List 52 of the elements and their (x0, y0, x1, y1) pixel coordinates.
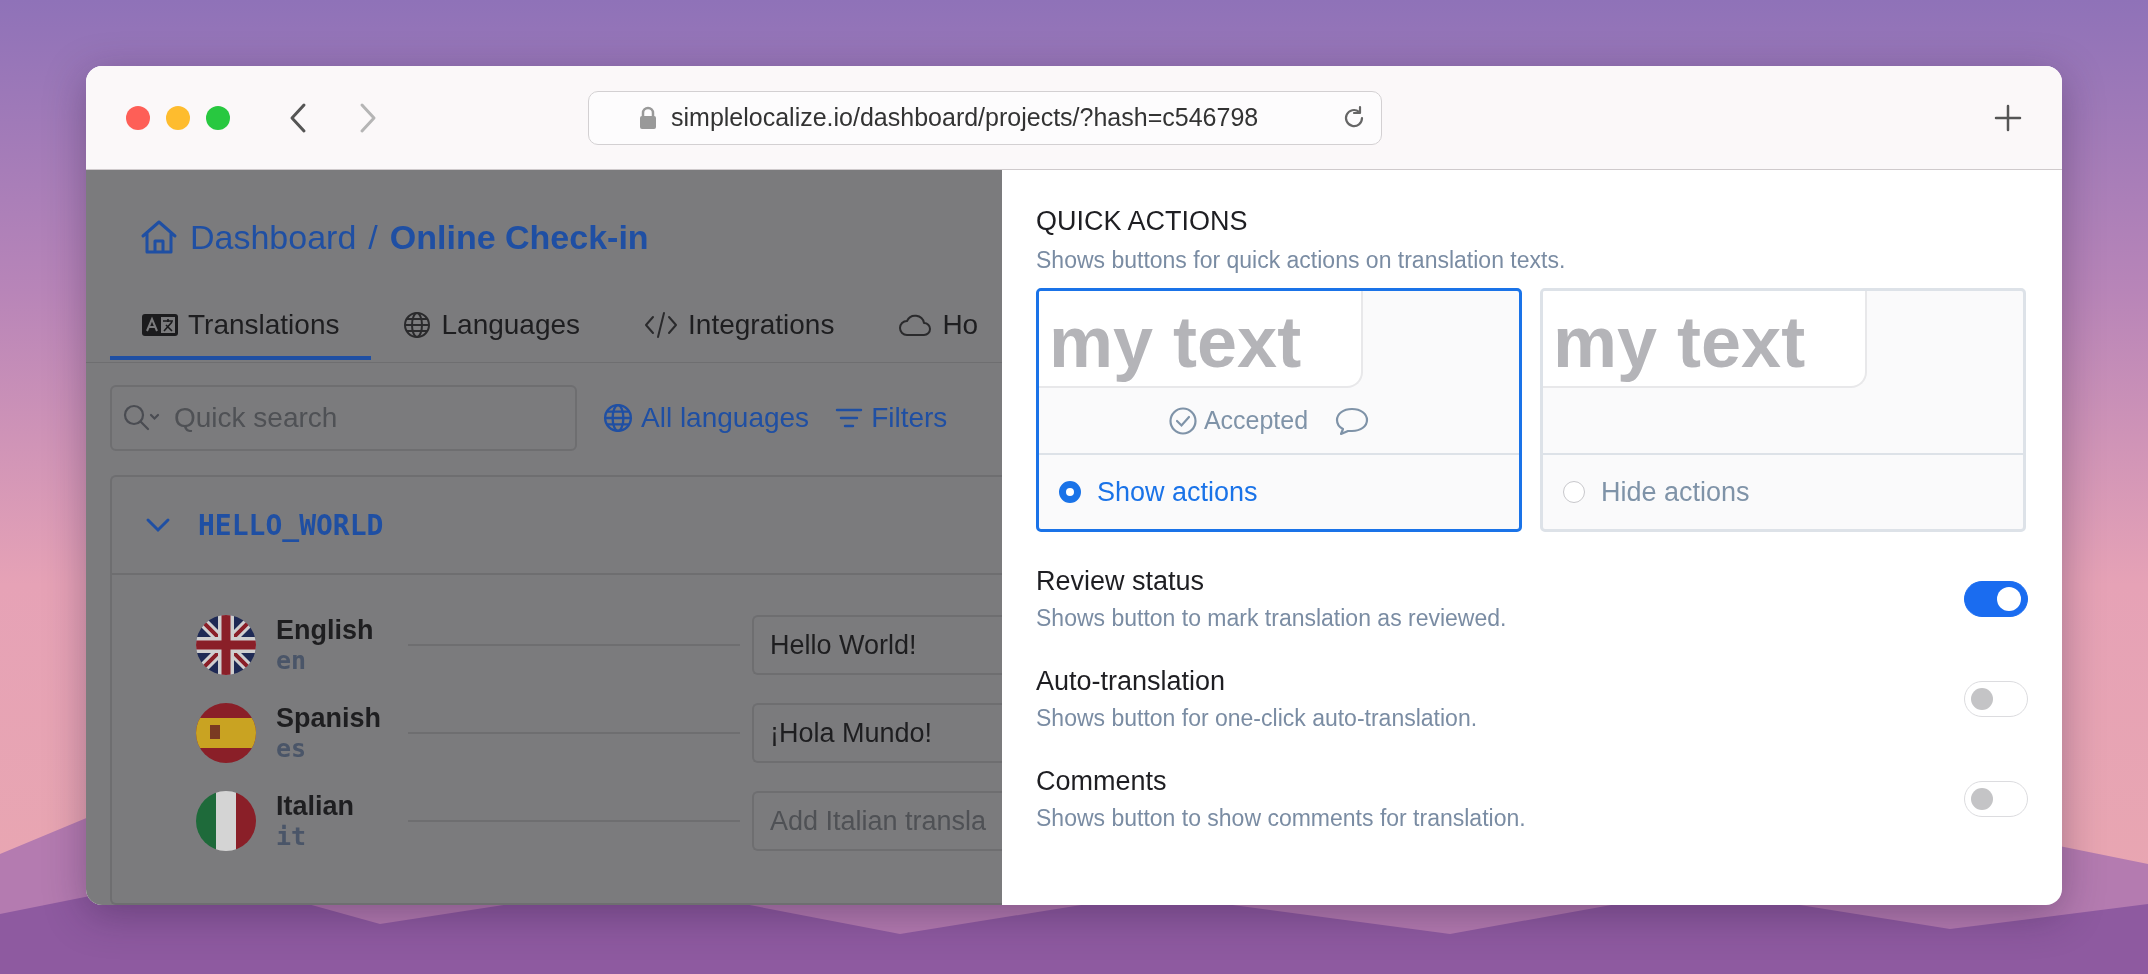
filter-icon (835, 406, 864, 430)
tab[interactable]: Languages (371, 294, 613, 360)
minimize-button[interactable] (166, 105, 190, 130)
setting-description: Shows button to show comments for translation. (1036, 805, 1526, 832)
language-name: English (276, 615, 375, 646)
translate-icon (142, 313, 178, 337)
option-card[interactable]: my text Accepted Show actions (1036, 288, 1522, 532)
code-icon (644, 311, 679, 339)
flag-icon (196, 791, 256, 851)
forward-icon[interactable] (358, 101, 378, 134)
url-text: simplelocalize.io/dashboard/projects/?hash=c546798 (671, 103, 1260, 132)
setting-description: Shows button to mark translation as reviewed. (1036, 605, 1507, 632)
tab[interactable]: Ho (866, 294, 979, 360)
search-icon (122, 403, 162, 433)
status-label: Accepted (1203, 406, 1309, 435)
section-description: Shows buttons for quick actions on translation texts. (1036, 247, 1567, 274)
setting-title: Auto-translation (1036, 666, 1227, 697)
option-label: Hide actions (1601, 476, 1750, 508)
back-icon[interactable] (288, 101, 308, 134)
setting-title: Comments (1036, 766, 1168, 797)
close-button[interactable] (126, 105, 150, 130)
toggle-switch[interactable] (1964, 581, 2028, 617)
setting-description: Shows button for one-click auto-translation. (1036, 705, 1478, 732)
radio-button[interactable] (1563, 481, 1585, 503)
globe-icon (403, 311, 432, 339)
radio-button[interactable] (1059, 481, 1081, 503)
tab[interactable]: Integrations (612, 294, 867, 360)
translation-field[interactable]: ¡Hola Mundo! (752, 703, 1002, 763)
setting-title: Review status (1036, 566, 1206, 597)
project-title: Online Check-in (389, 217, 649, 257)
globe-icon (603, 403, 633, 433)
zoom-button[interactable] (206, 105, 230, 130)
new-tab-icon[interactable] (1994, 103, 2022, 132)
breadcrumb-separator: / (368, 217, 378, 257)
language-name: Spanish (276, 703, 383, 734)
text-preview: my text (1039, 291, 1363, 388)
address-bar[interactable]: simplelocalize.io/dashboard/projects/?hash=c546798 (588, 90, 1382, 145)
flag-icon (196, 703, 256, 763)
cloud-icon (898, 312, 933, 338)
translation-key: HELLO_WORLD (198, 508, 384, 542)
option-card[interactable]: my text Hide actions (1540, 288, 2026, 532)
text-preview: my text (1543, 291, 1867, 388)
home-icon[interactable] (140, 219, 178, 255)
lock-icon (639, 105, 657, 130)
language-name: Italian (276, 791, 356, 822)
section-title: QUICK ACTIONS (1036, 206, 1249, 237)
option-label: Show actions (1097, 476, 1258, 508)
comment-icon (1334, 405, 1371, 436)
flag-icon (196, 615, 256, 675)
tab[interactable]: Translations (110, 294, 372, 360)
check-circle-icon (1167, 405, 1198, 436)
translation-field[interactable]: Hello World! (752, 615, 1002, 675)
